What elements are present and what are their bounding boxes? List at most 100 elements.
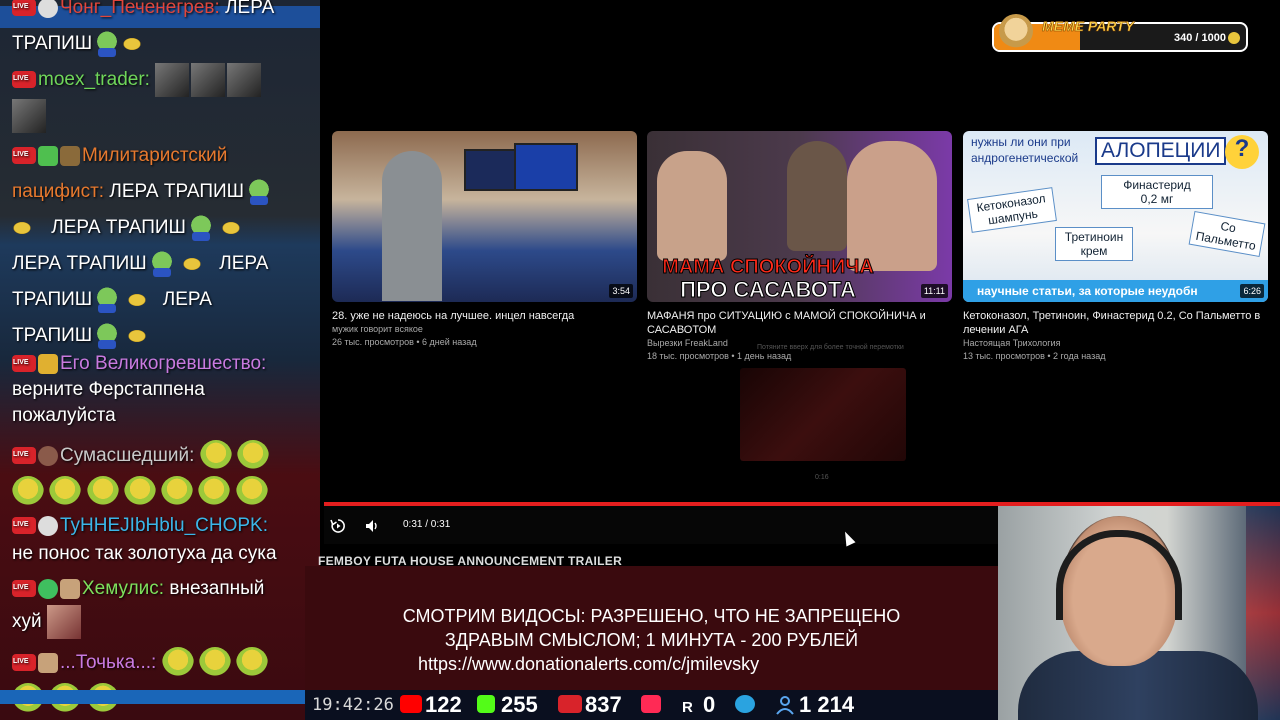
face-emote-icon: [46, 605, 81, 639]
sick-emote-icon: [86, 475, 119, 508]
coin-emote-icon: [12, 220, 32, 235]
thumbnail-label: Кетоконазол шампунь: [967, 187, 1057, 233]
chat-message: Его Великогревшество: верните Ферстаппен…: [12, 351, 312, 429]
chat-message: TyHHEJIbHblu_CHOPK: не понос так золотух…: [12, 512, 312, 568]
video-thumbnail[interactable]: МАМА СПОКОЙНИЧА ПРО САСАВОТА 11:11: [647, 131, 952, 302]
seek-preview: [740, 368, 906, 461]
chat-text: ЛЕРА: [162, 289, 212, 310]
coin-emote-icon: [127, 328, 148, 343]
video-thumbnail[interactable]: 3:54: [332, 131, 637, 302]
chat-username-cont: пацифист:: [12, 181, 105, 202]
webcam-feed: [998, 506, 1280, 720]
chat-text: верните Ферстаппена: [12, 379, 205, 400]
person-figure: [847, 141, 937, 271]
live-badge-icon: [12, 447, 36, 465]
sick-emote-icon: [161, 646, 194, 679]
sick-emote-icon: [123, 475, 156, 508]
chat-text: ТРАПИШ: [12, 289, 93, 310]
video-title[interactable]: МАФАНЯ про СИТУАЦИЮ с МАМОЙ СПОКОЙНИЧА и…: [647, 309, 952, 337]
sick-emote-icon: [198, 475, 231, 508]
live-badge-icon: [12, 71, 36, 89]
video-card[interactable]: МАМА СПОКОЙНИЧА ПРО САСАВОТА 11:11 МАФАН…: [647, 131, 952, 363]
player-controls: 0:31 / 0:31: [324, 506, 998, 544]
sick-emote-icon: [235, 475, 268, 508]
coin-emote-icon: [122, 36, 143, 51]
thumbnail-caption: МАМА СПОКОЙНИЧА: [662, 256, 875, 279]
video-thumbnail[interactable]: нужны ли они при андрогенетической АЛОПЕ…: [963, 131, 1268, 302]
live-viewers: 837: [585, 692, 622, 717]
chat-text: хуй: [12, 611, 42, 633]
replay-icon[interactable]: [330, 518, 346, 534]
frog-emote-icon: [244, 178, 275, 205]
doge-icon: [999, 14, 1033, 48]
volume-icon[interactable]: [364, 518, 380, 534]
avatar-badge-icon: [60, 578, 80, 599]
chat-text: ЛЕРА: [225, 0, 275, 18]
video-duration: 3:54: [609, 284, 633, 298]
thumbnail-text: нужны ли они при: [971, 135, 1071, 149]
face-emote-icon: [12, 98, 46, 133]
chat-text: ЛЕРА: [219, 253, 269, 274]
sick-emote-icon: [199, 439, 232, 472]
stream-stats-bar: 19:42:26 122 255 837 R 0 1 214: [305, 690, 998, 720]
chat-username: Его Великогревшество:: [60, 353, 267, 374]
kick-viewers: 255: [501, 692, 538, 717]
face-emote-icon: [227, 62, 262, 97]
rutube-r-icon: R: [682, 699, 693, 716]
check-badge-icon: [38, 145, 58, 166]
frog-emote-icon: [146, 250, 177, 277]
video-channel[interactable]: мужик говорит всякое: [332, 323, 637, 336]
banner-line: СМОТРИМ ВИДОСЫ: РАЗРЕШЕНО, ЧТО НЕ ЗАПРЕЩ…: [402, 606, 901, 626]
live-badge-icon: [12, 147, 36, 165]
thumbnail-label: Третиноин крем: [1055, 227, 1133, 261]
live-icon: [558, 695, 582, 713]
crown-badge-icon: [38, 353, 58, 374]
sick-emote-icon: [161, 475, 194, 508]
thumbnail-bar: научные статьи, за которые неудобн: [963, 280, 1268, 302]
chat-username: TyHHEJIbHblu_CHOPK:: [60, 515, 269, 536]
meme-party-title: MEME PARTY: [1042, 18, 1135, 35]
face-emote-icon: [191, 62, 226, 97]
video-duration: 6:26: [1240, 284, 1264, 298]
chat-text: не понос так золотуха да сука: [12, 543, 277, 564]
seek-preview-time: 0:16: [815, 474, 829, 481]
person-figure: [657, 151, 727, 261]
clock: 19:42:26: [312, 695, 394, 715]
live-badge-icon: [12, 355, 36, 373]
chat-message: Чонг_Печенегрев: ЛЕРА ТРАПИШ: [12, 0, 312, 62]
video-title[interactable]: Кетоконазол, Третиноин, Финастерид 0.2, …: [963, 309, 1268, 337]
thumbnail-caption: ПРО САСАВОТА: [680, 277, 857, 303]
chat-username: Хемулис:: [82, 578, 165, 599]
users-icon: [776, 696, 794, 715]
soldier-badge-icon: [60, 145, 80, 166]
thumbnail-text: АЛОПЕЦИИ: [1095, 137, 1227, 165]
video-card[interactable]: нужны ли они при андрогенетической АЛОПЕ…: [963, 131, 1268, 363]
video-channel[interactable]: Настоящая Трихология: [963, 337, 1268, 350]
chat-bottom-band: [0, 690, 305, 704]
thumbnail-text: 0,2 мг: [1140, 192, 1174, 206]
coin-emote-icon: [127, 292, 148, 307]
frog-emote-icon: [92, 286, 123, 313]
chat-username: ...Точька...:: [60, 652, 157, 673]
rutube-play-icon: [641, 695, 661, 713]
telegram-users: 1 214: [799, 692, 855, 717]
video-title[interactable]: 28. уже не надеюсь на лучшее. инцел навс…: [332, 309, 637, 323]
face-emote-icon: [155, 62, 190, 97]
sick-emote-icon: [12, 475, 44, 508]
monitor-graphic: [514, 143, 578, 191]
video-meta: 13 тыс. просмотров • 2 года назад: [963, 351, 1106, 361]
avatar-badge-icon: [38, 0, 58, 18]
thumbnail-label: Со Пальметто: [1188, 211, 1266, 257]
question-icon: ?: [1225, 135, 1259, 169]
chat-text: ЛЕРА ТРАПИШ: [51, 217, 186, 238]
video-card[interactable]: 3:54 28. уже не надеюсь на лучшее. инцел…: [332, 131, 637, 349]
sick-emote-icon: [236, 439, 269, 472]
chat-text: внезапный: [169, 578, 265, 599]
youtube-icon: [400, 695, 422, 713]
chat-username: Сумасшедший:: [60, 445, 195, 466]
video-meta: 26 тыс. просмотров • 6 дней назад: [332, 337, 477, 347]
coin-icon: [1228, 32, 1240, 44]
coin-emote-icon: [221, 220, 242, 235]
chat-message: ...Точька...:: [12, 645, 312, 717]
rutube-viewers: 0: [703, 692, 716, 717]
